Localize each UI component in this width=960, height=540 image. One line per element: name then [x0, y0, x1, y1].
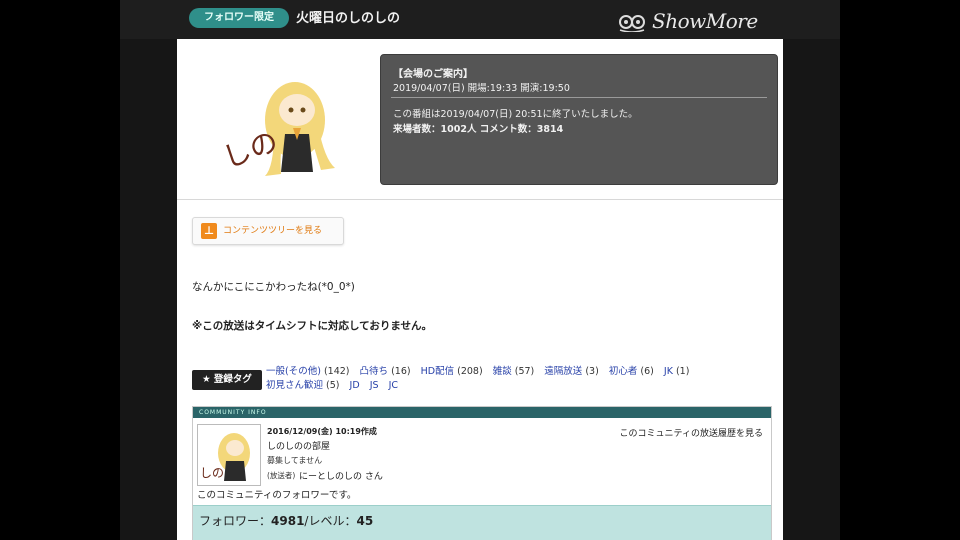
tag-name[interactable]: JD — [350, 380, 360, 391]
tag-item[interactable]: 雑談 (57) — [493, 365, 535, 379]
owner-label: (放送者) — [267, 471, 296, 480]
followers-label: フォロワー： — [199, 514, 272, 528]
tag-item[interactable]: JD — [350, 379, 360, 393]
page-title: 火曜日のしのしの — [296, 11, 401, 26]
tag-name[interactable]: 初心者 — [609, 366, 638, 377]
tree-icon: ⊥ — [201, 223, 217, 239]
info-divider — [391, 97, 767, 98]
camera-icon — [619, 15, 645, 32]
follower-message: このコミュニティのフォロワーです。 — [197, 490, 357, 501]
tag-count: (6) — [640, 366, 654, 377]
tag-name[interactable]: JK — [664, 366, 673, 377]
tag-item[interactable]: JK (1) — [664, 365, 690, 379]
tag-name[interactable]: HD配信 — [421, 366, 454, 377]
tag-count: (1) — [675, 366, 690, 377]
tag-name[interactable]: 雑談 — [493, 366, 512, 377]
broadcast-times: 2019/04/07(日) 開場:19:33 開演:19:50 — [393, 83, 570, 94]
content-tree-button[interactable]: ⊥ コンテンツツリーを見る — [192, 217, 344, 245]
level-label: /レベル： — [304, 514, 357, 528]
community-name[interactable]: しのしのの部屋 — [267, 439, 330, 452]
section-divider — [177, 199, 783, 200]
tag-name[interactable]: 初見さん歓迎 — [266, 380, 323, 391]
community-owner[interactable]: にーとしのしの さん — [299, 469, 383, 482]
tag-name[interactable]: 一般(その他) — [266, 366, 321, 377]
tag-item[interactable]: 一般(その他) (142) — [266, 365, 350, 379]
community-history-link[interactable]: このコミュニティの放送履歴を見る — [620, 426, 763, 439]
logo-text: ShowMore — [652, 9, 758, 33]
broadcast-ended-text: この番組は2019/04/07(日) 20:51に終了いたしました。 — [393, 109, 638, 120]
tag-item[interactable]: HD配信 (208) — [421, 365, 483, 379]
tag-count: (57) — [514, 366, 535, 377]
community-level: 45 — [356, 514, 374, 528]
info-heading: 【会場のご案内】 — [393, 69, 473, 80]
community-created-date: 2016/12/09(金) 10:19作成 — [267, 427, 377, 436]
community-info-box: COMMUNITY INFO しの 2016/12/09(金) 10:19作成 … — [192, 406, 772, 540]
broadcast-description: なんかにこにこかわったね(*0_0*) — [192, 281, 355, 293]
tag-count: (16) — [391, 366, 411, 377]
community-header: COMMUNITY INFO — [193, 407, 771, 418]
follower-count: 4981 — [271, 514, 305, 528]
tag-count: (142) — [323, 366, 350, 377]
tag-count: (5) — [326, 380, 340, 391]
video-frame: フォロワー限定 火曜日のしのしの ShowMore しの 【会場のご案内】 20… — [120, 0, 840, 540]
community-recruit-status: 募集してません — [267, 456, 323, 465]
broadcast-stats: 来場者数：1002人 コメント数：3814 — [393, 124, 564, 135]
tag-item[interactable]: JS — [370, 379, 379, 393]
community-stats-bar: フォロワー：4981/レベル：45 — [193, 505, 771, 540]
tag-item[interactable]: 凸待ち (16) — [360, 365, 411, 379]
tag-name[interactable]: JC — [389, 380, 398, 391]
tag-count: (208) — [457, 366, 483, 377]
tag-item[interactable]: 初見さん歓迎 (5) — [266, 379, 340, 393]
broadcast-thumbnail: しの — [218, 82, 335, 176]
tag-item[interactable]: 初心者 (6) — [609, 365, 654, 379]
tag-name[interactable]: 遠隔放送 — [544, 366, 582, 377]
registered-tags-label: ★ 登録タグ — [192, 370, 262, 390]
tag-list: 一般(その他) (142) 凸待ち (16) HD配信 (208) 雑談 (57… — [266, 365, 776, 393]
content-tree-label: コンテンツツリーを見る — [223, 226, 323, 236]
broadcast-panel: しの 【会場のご案内】 2019/04/07(日) 開場:19:33 開演:19… — [177, 39, 783, 540]
tag-name[interactable]: JS — [370, 380, 379, 391]
broadcast-info-box: 【会場のご案内】 2019/04/07(日) 開場:19:33 開演:19:50… — [380, 54, 778, 185]
svg-text:しの: しの — [200, 466, 224, 480]
follower-only-badge: フォロワー限定 — [189, 8, 289, 28]
timeshift-notice: ※この放送はタイムシフトに対応しておりません。 — [192, 320, 433, 332]
community-thumbnail[interactable]: しの — [197, 424, 261, 486]
tag-item[interactable]: JC — [389, 379, 398, 393]
tag-name[interactable]: 凸待ち — [360, 366, 389, 377]
showmore-logo: ShowMore — [618, 8, 772, 34]
header-bar: フォロワー限定 火曜日のしのしの ShowMore — [120, 0, 840, 39]
tag-count: (3) — [585, 366, 599, 377]
tag-item[interactable]: 遠隔放送 (3) — [544, 365, 599, 379]
community-stats: フォロワー：4981/レベル：45 — [199, 512, 373, 529]
